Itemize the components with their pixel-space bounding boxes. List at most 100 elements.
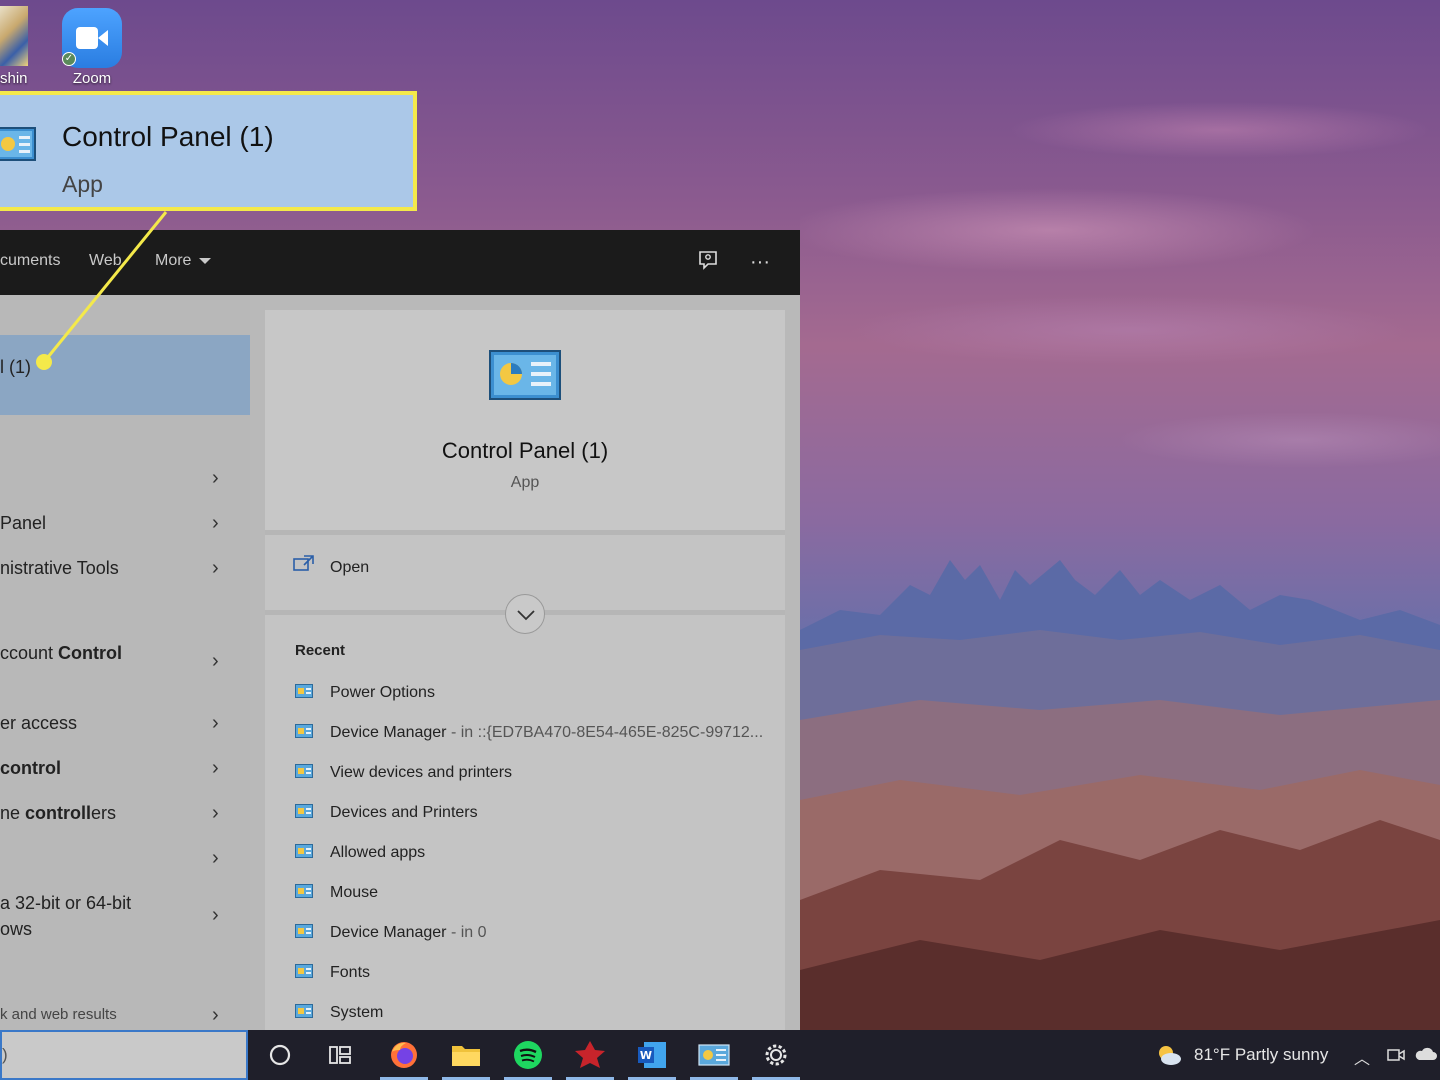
open-action[interactable]: Open — [330, 559, 369, 577]
recent-item[interactable]: Device Manager - in ::{ED7BA470-8E54-465… — [295, 722, 775, 746]
recent-item-location: - in ::{ED7BA470-8E54-465E-825C-99712... — [446, 724, 764, 741]
result-row[interactable]: nistrative Tools › — [0, 555, 250, 581]
result-details-pane: Control Panel (1) App Open Recent Power … — [265, 310, 785, 1030]
search-scope-bar: cuments Web More ··· — [0, 230, 800, 295]
search-panel: cuments Web More ··· l (1) › Panel › nist… — [0, 230, 800, 1030]
control-panel-icon — [295, 764, 313, 778]
control-panel-icon — [295, 724, 313, 738]
recent-item[interactable]: Devices and Printers — [295, 802, 775, 826]
result-label: k and web results — [0, 1006, 117, 1023]
meet-now-icon[interactable] — [1386, 1045, 1406, 1070]
control-panel-icon — [0, 127, 36, 161]
recent-item-label: Power Options — [330, 684, 435, 701]
recent-item-label: View devices and printers — [330, 764, 513, 781]
onedrive-cloud-icon[interactable] — [1414, 1045, 1438, 1070]
weather-text[interactable]: 81°F Partly sunny — [1194, 1045, 1328, 1065]
recent-item[interactable]: Fonts — [295, 962, 775, 986]
task-view-icon[interactable] — [322, 1038, 358, 1072]
desktop-icon-label: Zoom — [72, 70, 112, 87]
control-panel-icon — [295, 884, 313, 898]
recent-item[interactable]: Power Options — [295, 682, 775, 706]
chevron-right-icon: › — [212, 557, 219, 579]
recent-item[interactable]: View devices and printers — [295, 762, 775, 786]
result-label-tail: ers — [91, 803, 117, 823]
chevron-right-icon: › — [212, 512, 219, 534]
recent-item[interactable]: Mouse — [295, 882, 775, 906]
recent-item-location: - in 0 — [446, 924, 487, 941]
chevron-right-icon: › — [212, 467, 219, 489]
result-label: Panel — [0, 513, 47, 533]
chevron-up-icon[interactable]: ︿ — [1354, 1045, 1370, 1069]
genshin-app-icon[interactable] — [0, 6, 28, 66]
recent-item[interactable]: Device Manager - in 0 — [295, 922, 775, 946]
control-panel-icon — [295, 1004, 313, 1018]
tab-web[interactable]: Web — [89, 252, 122, 270]
result-row[interactable]: control › — [0, 755, 250, 781]
result-label: nistrative Tools — [0, 558, 119, 578]
chevron-right-icon: › — [212, 712, 219, 734]
recent-heading: Recent — [295, 642, 346, 659]
game-icon[interactable] — [566, 1038, 614, 1080]
recent-item[interactable]: System — [295, 1002, 775, 1026]
tab-documents[interactable]: cuments — [0, 252, 60, 270]
camera-lens-shape — [98, 30, 108, 46]
recent-item-label: Allowed apps — [330, 844, 426, 861]
spotify-icon[interactable] — [504, 1038, 552, 1080]
chevron-right-icon: › — [212, 904, 219, 926]
results-list: l (1) › Panel › nistrative Tools › ccount … — [0, 295, 250, 1030]
result-row[interactable]: ne controllers › — [0, 800, 250, 826]
zoom-callout: Control Panel (1) App — [0, 91, 417, 211]
desktop-icon-label: shin — [0, 70, 28, 87]
chevron-right-icon: › — [212, 757, 219, 779]
feedback-icon[interactable] — [694, 248, 722, 276]
weather-partly-sunny-icon[interactable] — [1156, 1043, 1182, 1067]
recent-item-label: Devices and Printers — [330, 804, 478, 821]
control-panel-icon — [295, 684, 313, 698]
result-hero: Control Panel (1) App — [265, 310, 785, 530]
control-panel-icon — [295, 924, 313, 938]
more-options-icon[interactable]: ··· — [746, 248, 774, 276]
svg-text:W: W — [640, 1049, 652, 1062]
recent-item-label: Device Manager — [330, 724, 447, 741]
open-external-icon — [293, 555, 314, 571]
file-explorer-icon[interactable] — [442, 1038, 490, 1080]
recent-item-label: Mouse — [330, 884, 379, 901]
wallpaper-landscape — [800, 560, 1440, 1030]
recent-item-label: System — [330, 1004, 384, 1021]
result-label-match: controll — [25, 803, 92, 823]
result-type: App — [510, 474, 540, 491]
sync-check-icon: ✓ — [62, 52, 76, 66]
control-panel-icon — [489, 350, 561, 400]
recent-item[interactable]: Allowed apps — [295, 842, 775, 866]
chevron-right-icon: › — [212, 802, 219, 824]
word-icon[interactable]: W — [628, 1038, 676, 1080]
tab-more[interactable]: More — [155, 252, 212, 270]
search-web-results-row[interactable]: k and web results › — [0, 1002, 250, 1028]
chevron-right-icon: › — [212, 650, 219, 672]
best-match-result[interactable]: l (1) — [0, 335, 250, 415]
caret-down-icon — [199, 257, 212, 264]
divider — [265, 530, 785, 535]
result-label: er access — [0, 713, 78, 733]
firefox-icon[interactable] — [380, 1038, 428, 1080]
callout-subtitle: App — [62, 171, 103, 197]
result-row[interactable]: ccount Control › — [0, 640, 250, 672]
video-camera-icon — [76, 27, 98, 49]
result-row[interactable]: a 32-bit or 64-bit ows › — [0, 890, 250, 942]
best-match-label: l (1) — [0, 357, 31, 377]
result-label: ne — [0, 803, 26, 823]
chevron-right-icon: › — [212, 1004, 219, 1026]
control-panel-icon — [295, 804, 313, 818]
result-label-match: control — [0, 758, 61, 778]
settings-icon[interactable] — [752, 1038, 800, 1080]
result-row[interactable]: er access › — [0, 710, 250, 736]
control-panel-icon[interactable] — [690, 1038, 738, 1080]
control-panel-icon — [295, 844, 313, 858]
chevron-down-icon — [517, 610, 535, 621]
tab-more-label: More — [155, 252, 192, 269]
result-label: ccount — [0, 643, 59, 663]
cortana-icon[interactable] — [262, 1038, 298, 1072]
expand-button[interactable] — [505, 594, 545, 634]
taskbar-search-input[interactable]: ) — [0, 1030, 248, 1080]
result-row[interactable]: Panel › — [0, 510, 250, 536]
